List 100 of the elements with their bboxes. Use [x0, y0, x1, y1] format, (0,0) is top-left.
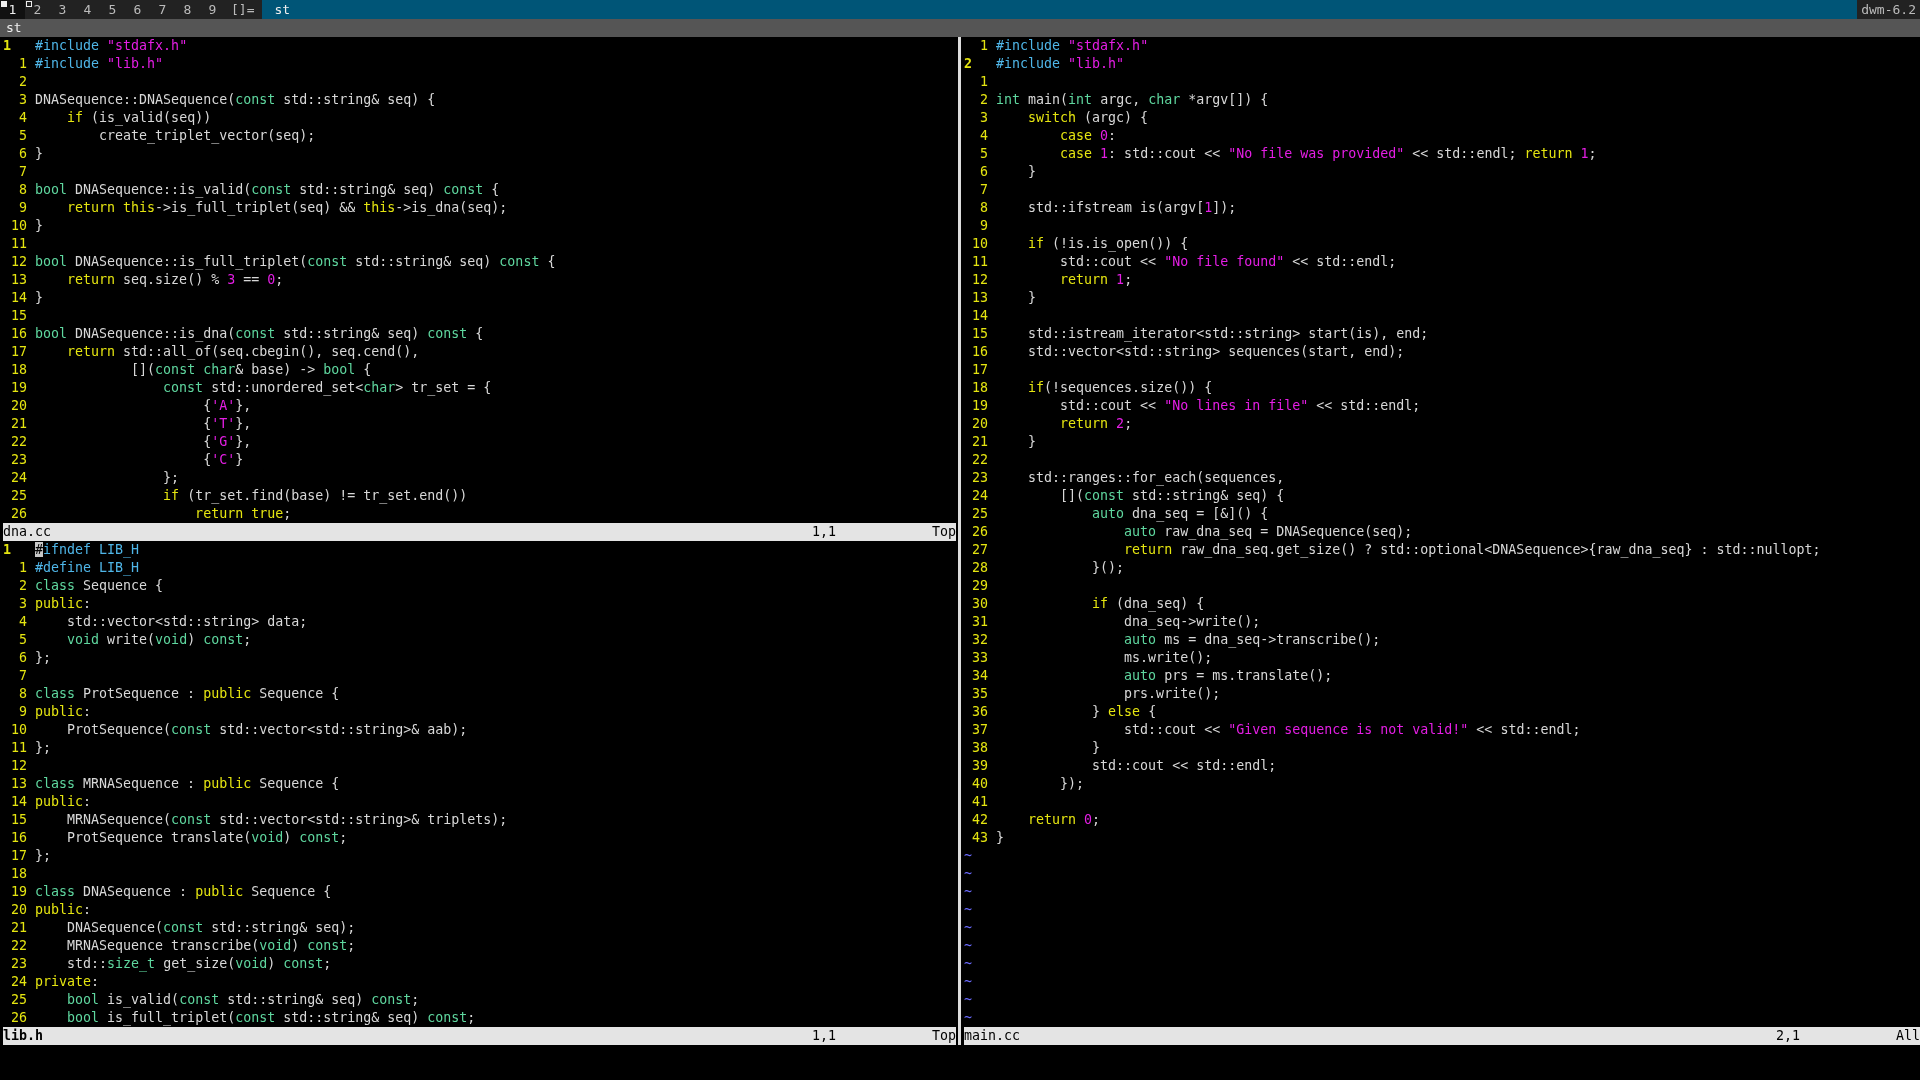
line-number: 25: [10, 991, 28, 1009]
code-line: return 1;: [1059, 271, 1133, 289]
line-number: 29: [971, 577, 989, 595]
code-line: bool DNASequence::is_dna(const std::string& seq) const {: [35, 325, 484, 343]
workspace-tag[interactable]: 9: [200, 0, 225, 19]
workspace-tag[interactable]: 7: [150, 0, 175, 19]
cursor-position: 1,1: [811, 523, 836, 541]
code-line: ms.write();: [1123, 649, 1213, 667]
line-number: 36: [971, 703, 989, 721]
line-number: 32: [971, 631, 989, 649]
code-line: return seq.size() % 3 == 0;: [66, 271, 284, 289]
line-number: 2: [964, 55, 973, 73]
code-line: #include "lib.h": [996, 55, 1125, 73]
code-line: #include "stdafx.h": [996, 37, 1149, 55]
line-number: 1: [979, 73, 989, 91]
code-line: return 2;: [1059, 415, 1133, 433]
code-line: auto dna_seq = [&]() {: [1091, 505, 1269, 523]
line-number: 28: [971, 559, 989, 577]
line-number: 10: [971, 235, 989, 253]
code-line: class DNASequence : public Sequence {: [35, 883, 332, 901]
line-number: 31: [971, 613, 989, 631]
scroll-position: All: [1895, 1027, 1920, 1045]
code-line: #define LIB_H: [35, 559, 140, 577]
line-number: 17: [10, 847, 28, 865]
line-number: 7: [979, 181, 989, 199]
line-number: 22: [10, 937, 28, 955]
line-number: 26: [10, 505, 28, 523]
line-number: 11: [10, 235, 28, 253]
workspace-tag[interactable]: 1: [0, 0, 25, 19]
workspace-tag[interactable]: 6: [125, 0, 150, 19]
code-line: }: [1027, 289, 1037, 307]
code-line: std::cout << std::endl;: [1091, 757, 1277, 775]
code-line: MRNASequence(const std::vector<std::string>& triplets);: [66, 811, 508, 829]
line-number: 37: [971, 721, 989, 739]
code-line: return raw_dna_seq.get_size() ? std::optional<DNASequence>{raw_dna_seq} : std::nullopt;: [1123, 541, 1821, 559]
line-number: 18: [10, 361, 28, 379]
line-number: 3: [18, 91, 28, 109]
line-number: 14: [10, 289, 28, 307]
line-number: 4: [979, 127, 989, 145]
line-number: 14: [971, 307, 989, 325]
file-name: main.cc: [964, 1027, 1022, 1045]
code-line: auto raw_dna_seq = DNASequence(seq);: [1123, 523, 1413, 541]
code-line: std::vector<std::string> sequences(start, end);: [1027, 343, 1405, 361]
empty-line-marker: ~: [964, 847, 972, 865]
line-number: 6: [979, 163, 989, 181]
line-number: 21: [971, 433, 989, 451]
layout-symbol[interactable]: []=: [225, 0, 263, 19]
line-number: 30: [971, 595, 989, 613]
code-line: const std::unordered_set<char> tr_set = {: [162, 379, 492, 397]
line-number: 17: [10, 343, 28, 361]
code-line: return std::all_of(seq.cbegin(), seq.cend(),: [66, 343, 420, 361]
empty-line-marker: ~: [964, 991, 972, 1009]
line-number: 23: [10, 955, 28, 973]
line-number: 33: [971, 649, 989, 667]
code-line: std::ifstream is(argv[1]);: [1027, 199, 1237, 217]
line-number: 15: [10, 307, 28, 325]
code-line: #include "stdafx.h": [35, 37, 188, 55]
line-number: 2: [18, 577, 28, 595]
code-line: std::vector<std::string> data;: [66, 613, 308, 631]
line-number: 5: [18, 631, 28, 649]
line-number: 5: [18, 127, 28, 145]
line-number: 38: [971, 739, 989, 757]
workspace-tag[interactable]: 2: [25, 0, 50, 19]
empty-line-marker: ~: [964, 883, 972, 901]
line-number: 18: [971, 379, 989, 397]
code-line: auto prs = ms.translate();: [1123, 667, 1333, 685]
line-number: 6: [18, 649, 28, 667]
code-line: bool is_valid(const std::string& seq) const;: [66, 991, 420, 1009]
code-line: ProtSequence translate(void) const;: [66, 829, 348, 847]
scroll-position: Top: [931, 1027, 956, 1045]
code-line: std::istream_iterator<std::string> start(is), end;: [1027, 325, 1429, 343]
code-line: };: [35, 649, 52, 667]
workspace-tag[interactable]: 8: [175, 0, 200, 19]
code-line: }: [1091, 739, 1101, 757]
code-line: std::cout << "No lines in file" << std::endl;: [1059, 397, 1421, 415]
code-line: [](const std::string& seq) {: [1059, 487, 1285, 505]
empty-line-marker: ~: [964, 955, 972, 973]
code-line: std::cout << "No file found" << std::endl;: [1059, 253, 1397, 271]
file-name: dna.cc: [3, 523, 53, 541]
line-number: 3: [18, 595, 28, 613]
code-line: {'C'}: [202, 451, 244, 469]
line-number: 24: [971, 487, 989, 505]
code-line: std::ranges::for_each(sequences,: [1027, 469, 1285, 487]
code-line: } else {: [1091, 703, 1157, 721]
code-line: create_triplet_vector(seq);: [98, 127, 316, 145]
line-number: 16: [10, 325, 28, 343]
code-line: }: [1027, 163, 1037, 181]
line-number: 1: [979, 37, 989, 55]
code-line: public:: [35, 901, 92, 919]
code-line: };: [35, 739, 52, 757]
line-number: 8: [18, 685, 28, 703]
empty-line-marker: ~: [964, 901, 972, 919]
workspace-tag[interactable]: 4: [75, 0, 100, 19]
empty-line-marker: ~: [964, 937, 972, 955]
workspace-tag[interactable]: 3: [50, 0, 75, 19]
workspace-tag[interactable]: 5: [100, 0, 125, 19]
code-line: }: [35, 289, 44, 307]
line-number: 11: [10, 739, 28, 757]
line-number: 23: [10, 451, 28, 469]
window-indicator-icon: [1, 1, 7, 7]
